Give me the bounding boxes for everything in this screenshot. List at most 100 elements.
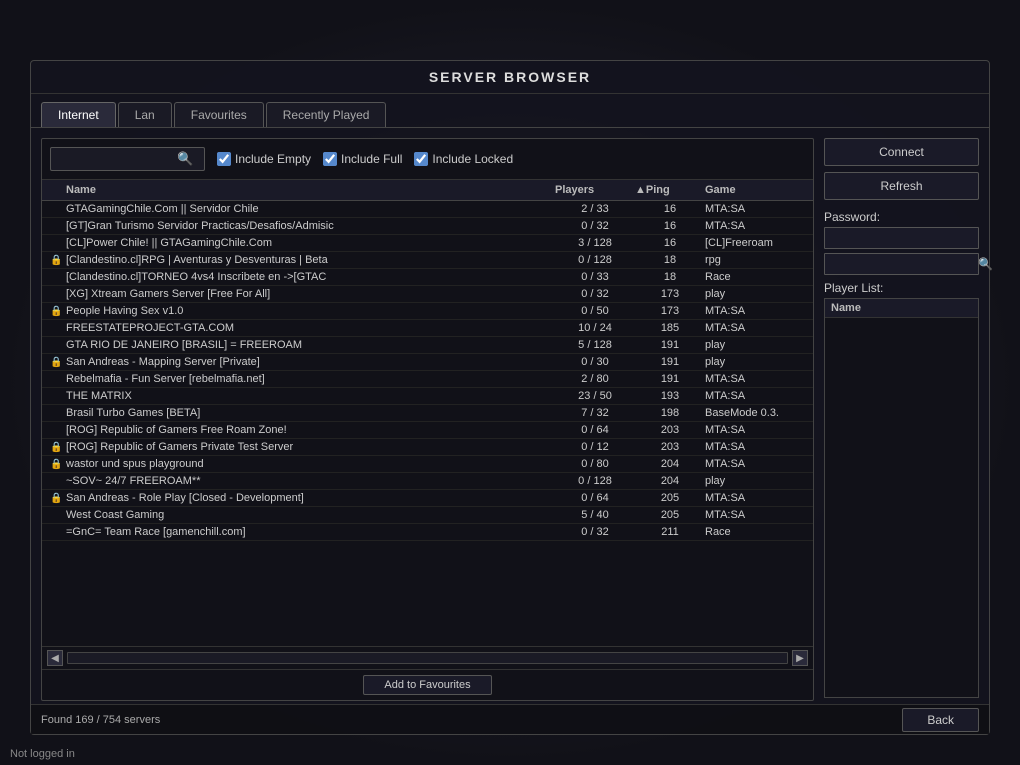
server-ping: 211: [635, 526, 705, 538]
server-ping: 173: [635, 305, 705, 317]
server-game: play: [705, 339, 805, 351]
server-game: MTA:SA: [705, 509, 805, 521]
col-name[interactable]: Name: [66, 184, 555, 196]
server-name: =GnC= Team Race [gamenchill.com]: [66, 526, 555, 538]
server-game: MTA:SA: [705, 305, 805, 317]
search-right-icon: 🔍: [975, 254, 996, 274]
server-players: 0 / 128: [555, 475, 635, 487]
col-ping[interactable]: ▲Ping: [635, 184, 705, 196]
server-name: Rebelmafia - Fun Server [rebelmafia.net]: [66, 373, 555, 385]
tab-recently-played[interactable]: Recently Played: [266, 102, 387, 127]
table-row[interactable]: West Coast Gaming 5 / 40 205 MTA:SA: [42, 507, 813, 524]
scroll-right-button[interactable]: ▶: [792, 650, 808, 666]
table-header: Name Players ▲Ping Game: [42, 180, 813, 201]
server-game: MTA:SA: [705, 322, 805, 334]
server-players: 5 / 128: [555, 339, 635, 351]
table-row[interactable]: FREESTATEPROJECT-GTA.COM 10 / 24 185 MTA…: [42, 320, 813, 337]
include-full-label[interactable]: Include Full: [323, 152, 402, 166]
table-row[interactable]: ~SOV~ 24/7 FREEROAM** 0 / 128 204 play: [42, 473, 813, 490]
tab-bar: Internet Lan Favourites Recently Played: [31, 94, 989, 128]
table-row[interactable]: [Clandestino.cl]TORNEO 4vs4 Inscribete e…: [42, 269, 813, 286]
server-name: People Having Sex v1.0: [66, 305, 555, 317]
server-players: 0 / 50: [555, 305, 635, 317]
table-row[interactable]: [GT]Gran Turismo Servidor Practicas/Desa…: [42, 218, 813, 235]
not-logged-in-text: Not logged in: [10, 748, 75, 760]
lock-icon: 🔒: [50, 255, 66, 266]
server-name: Brasil Turbo Games [BETA]: [66, 407, 555, 419]
include-empty-label[interactable]: Include Empty: [217, 152, 311, 166]
server-players: 23 / 50: [555, 390, 635, 402]
player-list-col-name: Name: [825, 299, 978, 318]
server-game: MTA:SA: [705, 441, 805, 453]
col-players[interactable]: Players: [555, 184, 635, 196]
player-list-table: Name: [824, 298, 979, 698]
server-players: 5 / 40: [555, 509, 635, 521]
server-players: 0 / 128: [555, 254, 635, 266]
server-name: West Coast Gaming: [66, 509, 555, 521]
table-row[interactable]: 🔒 [Clandestino.cl]RPG | Aventuras y Desv…: [42, 252, 813, 269]
server-players: 0 / 32: [555, 220, 635, 232]
table-row[interactable]: GTA RIO DE JANEIRO [BRASIL] = FREEROAM 5…: [42, 337, 813, 354]
table-row[interactable]: 🔒 People Having Sex v1.0 0 / 50 173 MTA:…: [42, 303, 813, 320]
include-full-checkbox[interactable]: [323, 152, 337, 166]
connect-button[interactable]: Connect: [824, 138, 979, 166]
server-ping: 185: [635, 322, 705, 334]
right-panel: Connect Refresh Password: 🔍 Player List:…: [824, 138, 979, 701]
server-game: play: [705, 475, 805, 487]
found-servers-text: Found 169 / 754 servers: [41, 714, 902, 726]
server-players: 3 / 128: [555, 237, 635, 249]
search-right-input[interactable]: [825, 254, 975, 274]
horizontal-scrollbar[interactable]: [67, 652, 788, 664]
table-row[interactable]: 🔒 wastor und spus playground 0 / 80 204 …: [42, 456, 813, 473]
table-row[interactable]: [ROG] Republic of Gamers Free Roam Zone!…: [42, 422, 813, 439]
table-row[interactable]: =GnC= Team Race [gamenchill.com] 0 / 32 …: [42, 524, 813, 541]
table-row[interactable]: 🔒 [ROG] Republic of Gamers Private Test …: [42, 439, 813, 456]
add-favourites-area: Add to Favourites: [42, 669, 813, 700]
server-name: GTAGamingChile.Com || Servidor Chile: [66, 203, 555, 215]
server-name: [ROG] Republic of Gamers Private Test Se…: [66, 441, 555, 453]
tab-lan[interactable]: Lan: [118, 102, 172, 127]
server-game: rpg: [705, 254, 805, 266]
table-row[interactable]: [XG] Xtream Gamers Server [Free For All]…: [42, 286, 813, 303]
lock-icon: 🔒: [50, 357, 66, 368]
include-locked-checkbox[interactable]: [414, 152, 428, 166]
server-players: 0 / 64: [555, 492, 635, 504]
filter-bar: 🔍 Include Empty Include Full Include Loc…: [42, 139, 813, 180]
server-ping: 205: [635, 492, 705, 504]
include-empty-checkbox[interactable]: [217, 152, 231, 166]
refresh-button[interactable]: Refresh: [824, 172, 979, 200]
server-ping: 205: [635, 509, 705, 521]
server-ping: 18: [635, 254, 705, 266]
lock-icon: 🔒: [50, 306, 66, 317]
server-name: [CL]Power Chile! || GTAGamingChile.Com: [66, 237, 555, 249]
server-players: 10 / 24: [555, 322, 635, 334]
server-ping: 16: [635, 237, 705, 249]
table-row[interactable]: THE MATRIX 23 / 50 193 MTA:SA: [42, 388, 813, 405]
server-game: Race: [705, 271, 805, 283]
server-ping: 203: [635, 441, 705, 453]
table-row[interactable]: GTAGamingChile.Com || Servidor Chile 2 /…: [42, 201, 813, 218]
table-row[interactable]: [CL]Power Chile! || GTAGamingChile.Com 3…: [42, 235, 813, 252]
server-game: MTA:SA: [705, 220, 805, 232]
password-label: Password:: [824, 210, 979, 224]
table-row[interactable]: 🔒 San Andreas - Role Play [Closed - Deve…: [42, 490, 813, 507]
table-row[interactable]: 🔒 San Andreas - Mapping Server [Private]…: [42, 354, 813, 371]
include-locked-label[interactable]: Include Locked: [414, 152, 513, 166]
password-input[interactable]: [824, 227, 979, 249]
tab-favourites[interactable]: Favourites: [174, 102, 264, 127]
server-list[interactable]: GTAGamingChile.Com || Servidor Chile 2 /…: [42, 201, 813, 646]
server-game: play: [705, 356, 805, 368]
scroll-left-button[interactable]: ◀: [47, 650, 63, 666]
tab-internet[interactable]: Internet: [41, 102, 116, 127]
table-row[interactable]: Rebelmafia - Fun Server [rebelmafia.net]…: [42, 371, 813, 388]
server-name: [GT]Gran Turismo Servidor Practicas/Desa…: [66, 220, 555, 232]
col-game[interactable]: Game: [705, 184, 805, 196]
server-ping: 16: [635, 220, 705, 232]
window-title: SERVER BROWSER: [31, 61, 989, 94]
add-to-favourites-button[interactable]: Add to Favourites: [363, 675, 491, 695]
search-input[interactable]: [57, 152, 177, 166]
horizontal-scrollbar-area: ◀ ▶: [42, 646, 813, 669]
server-name: San Andreas - Mapping Server [Private]: [66, 356, 555, 368]
table-row[interactable]: Brasil Turbo Games [BETA] 7 / 32 198 Bas…: [42, 405, 813, 422]
back-button[interactable]: Back: [902, 708, 979, 732]
